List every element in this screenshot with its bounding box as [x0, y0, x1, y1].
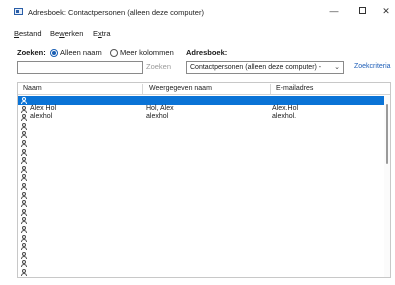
cell-display-name: alexhol	[146, 113, 169, 121]
search-input-row: Zoeken Contactpersonen (alleen deze comp…	[0, 61, 395, 75]
table-row[interactable]	[18, 156, 386, 165]
menu-bar: Bestand Bewerken Extra	[0, 29, 395, 41]
cell-email: alexhol.	[272, 113, 297, 121]
close-button[interactable]: ✕	[374, 4, 395, 18]
search-button[interactable]: Zoeken	[146, 62, 171, 71]
table-row[interactable]	[18, 96, 386, 105]
table-row[interactable]: alexhol alexhol alexhol.	[18, 113, 386, 122]
table-row[interactable]	[18, 139, 386, 148]
search-options: Zoeken: Alleen naam Meer kolommen Adresb…	[0, 47, 395, 59]
table-row[interactable]	[18, 199, 386, 208]
table-row[interactable]	[18, 148, 386, 157]
contact-person-icon	[21, 191, 27, 199]
column-header-display-name[interactable]: Weergegeven naam	[149, 85, 212, 92]
radio-more-columns-label[interactable]: Meer kolommen	[120, 48, 174, 57]
menu-bewerken[interactable]: Bewerken	[50, 29, 83, 38]
vertical-scrollbar[interactable]	[384, 96, 390, 277]
radio-name-only[interactable]	[50, 49, 58, 57]
column-divider[interactable]	[142, 84, 143, 94]
addressbook-select-value: Contactpersonen (alleen deze computer) -	[190, 64, 322, 71]
menu-bestand[interactable]: Bestand	[14, 29, 42, 38]
contact-person-icon	[21, 260, 27, 268]
table-row[interactable]: Alex Hol Hol, Alex Alex.Hol	[18, 105, 386, 114]
table-row[interactable]	[18, 225, 386, 234]
contact-person-icon	[21, 225, 27, 233]
search-label: Zoeken:	[17, 48, 46, 57]
maximize-button[interactable]	[350, 4, 374, 18]
chevron-down-icon: ⌄	[334, 64, 340, 71]
table-row[interactable]	[18, 165, 386, 174]
scrollbar-thumb[interactable]	[386, 104, 388, 164]
contact-person-icon	[21, 139, 27, 147]
menu-extra[interactable]: Extra	[93, 29, 111, 38]
maximize-icon	[358, 7, 366, 15]
radio-more-columns[interactable]	[110, 49, 118, 57]
table-row[interactable]	[18, 234, 386, 243]
table-row[interactable]	[18, 208, 386, 217]
contact-person-icon	[21, 208, 27, 216]
contact-person-icon	[21, 174, 27, 182]
column-divider[interactable]	[270, 84, 271, 94]
contact-person-icon	[21, 182, 27, 190]
table-row[interactable]	[18, 268, 386, 277]
contact-person-icon	[21, 105, 27, 113]
table-body: Alex Hol Hol, Alex Alex.Hol alexhol alexhol a…	[18, 96, 386, 276]
contact-person-icon	[21, 234, 27, 242]
cell-display-name: Hol, Alex	[146, 104, 174, 112]
table-row[interactable]	[18, 173, 386, 182]
search-input[interactable]	[17, 61, 143, 74]
addressbook-select[interactable]: Contactpersonen (alleen deze computer) -…	[186, 61, 344, 74]
contact-person-icon	[21, 131, 27, 139]
contact-person-icon	[21, 114, 27, 122]
cell-email: Alex.Hol	[272, 104, 299, 112]
minimize-button[interactable]: —	[322, 4, 346, 18]
table-header: Naam Weergegeven naam E-mailadres	[18, 83, 390, 95]
address-book-icon	[14, 8, 23, 15]
contact-person-icon	[21, 251, 27, 259]
title-bar: Adresboek: Contactpersonen (alleen deze …	[0, 0, 395, 22]
contact-person-icon	[21, 200, 27, 208]
table-row[interactable]	[18, 122, 386, 131]
radio-name-only-label[interactable]: Alleen naam	[60, 48, 102, 57]
table-row[interactable]	[18, 191, 386, 200]
table-row[interactable]	[18, 216, 386, 225]
column-header-email[interactable]: E-mailadres	[276, 85, 313, 92]
addressbook-label: Adresboek:	[186, 48, 228, 57]
window-title: Adresboek: Contactpersonen (alleen deze …	[28, 8, 204, 17]
column-header-name[interactable]: Naam	[23, 85, 42, 92]
contact-person-icon	[21, 165, 27, 173]
table-row[interactable]	[18, 130, 386, 139]
contact-person-icon	[21, 148, 27, 156]
table-row[interactable]	[18, 182, 386, 191]
table-row[interactable]	[18, 242, 386, 251]
contact-person-icon	[21, 122, 27, 130]
contact-person-icon	[21, 97, 27, 104]
contact-person-icon	[21, 243, 27, 251]
address-book-window: Adresboek: Contactpersonen (alleen deze …	[0, 0, 395, 285]
table-row[interactable]	[18, 251, 386, 260]
cell-name: alexhol	[30, 113, 53, 121]
contact-person-icon	[21, 157, 27, 165]
contact-person-icon	[21, 217, 27, 225]
contacts-table: Naam Weergegeven naam E-mailadres Alex H…	[17, 82, 391, 278]
table-row[interactable]	[18, 259, 386, 268]
cell-name: Alex Hol	[30, 104, 57, 112]
contact-person-icon	[21, 268, 27, 276]
advanced-search-link[interactable]: Zoekcriteria	[354, 63, 391, 70]
